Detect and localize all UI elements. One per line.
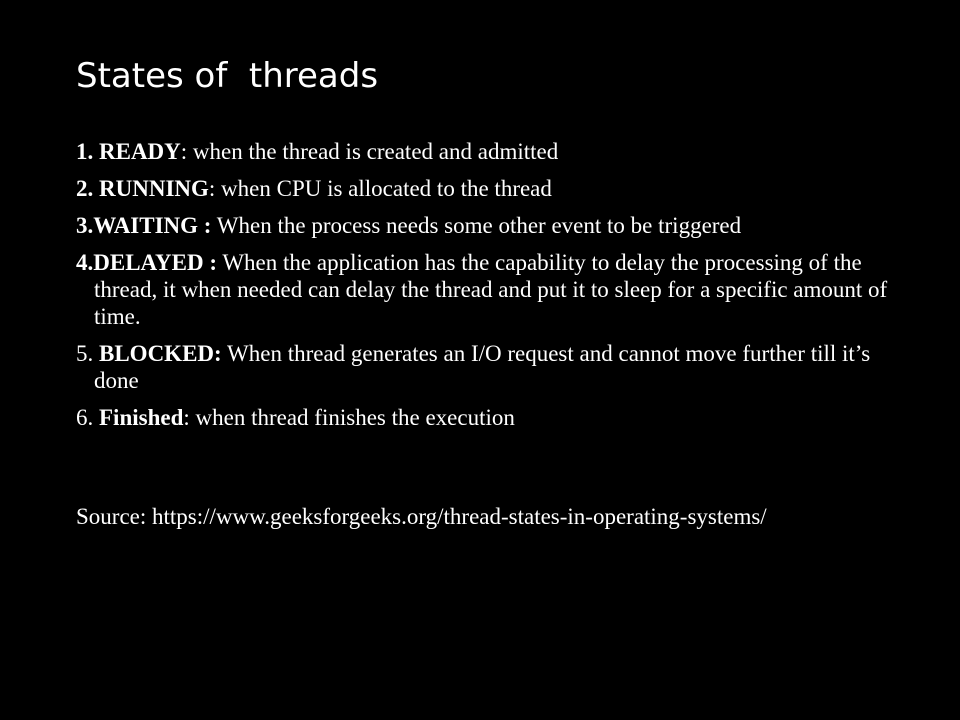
state-description: : when the thread is created and admitte… [180,139,559,164]
state-description: When the process needs some other event … [211,213,742,238]
source-citation: Source: https://www.geeksforgeeks.org/th… [76,504,767,529]
state-number: 1. [76,139,99,164]
state-item-waiting: 3.WAITING : When the process needs some … [76,212,896,239]
state-description: : when thread finishes the execution [183,405,515,430]
state-number: 3. [76,213,94,238]
state-number: 5. [76,341,99,366]
slide-content: 1. READY: when the thread is created and… [76,138,896,540]
state-description: : when CPU is allocated to the thread [208,176,552,201]
state-item-delayed: 4.DELAYED : When the application has the… [76,249,896,330]
state-item-running: 2. RUNNING: when CPU is allocated to the… [76,175,896,202]
state-name: WAITING : [93,213,212,238]
state-item-blocked: 5. BLOCKED: When thread generates an I/O… [76,340,896,394]
state-name: BLOCKED: [99,341,222,366]
state-number: 2. [76,176,99,201]
state-number: 4. [76,250,94,275]
slide: States of threads 1. READY: when the thr… [0,0,960,720]
state-name: DELAYED : [93,250,218,275]
state-name: Finished [99,405,184,430]
state-item-ready: 1. READY: when the thread is created and… [76,138,896,165]
state-name: RUNNING [99,176,209,201]
slide-title: States of threads [76,56,379,96]
state-name: READY [99,139,181,164]
state-number: 6. [76,405,99,430]
state-item-finished: 6. Finished: when thread finishes the ex… [76,404,896,431]
